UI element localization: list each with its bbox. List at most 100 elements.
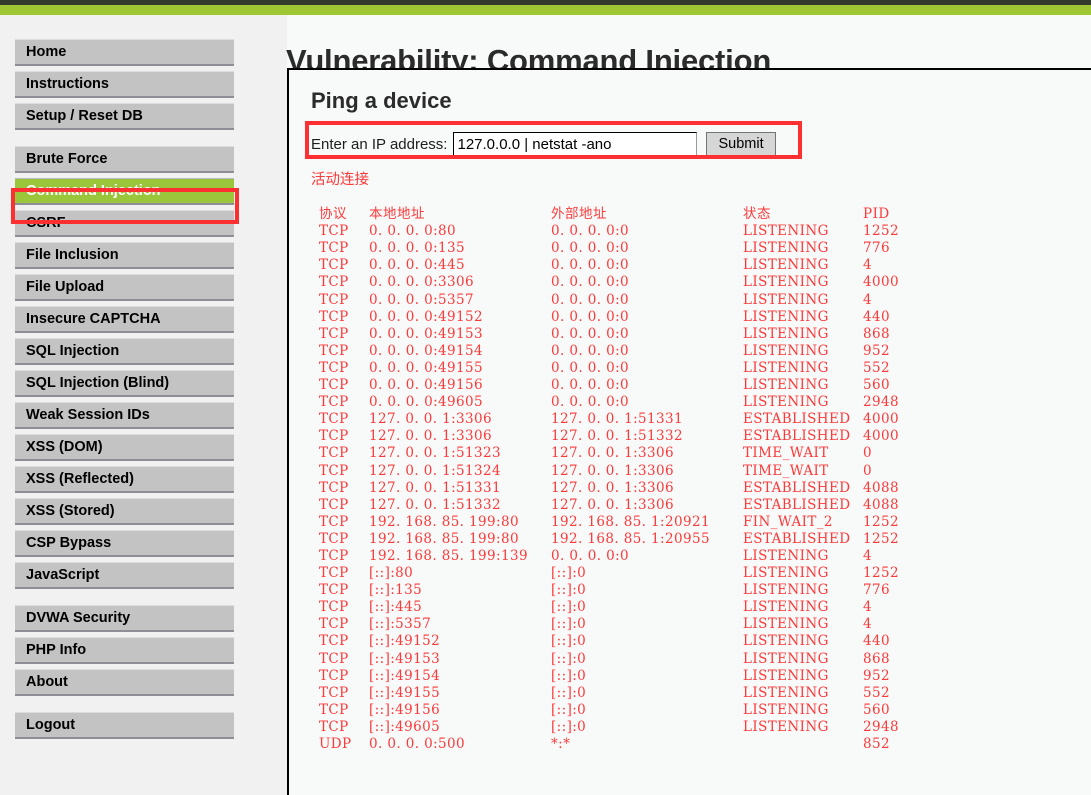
sidebar-item-instructions[interactable]: Instructions [15,71,234,98]
netstat-cell: 4000 [863,428,899,445]
netstat-cell: [::]:80 [369,565,414,582]
sidebar-item-sql-injection-blind[interactable]: SQL Injection (Blind) [15,370,234,397]
sidebar-item-dvwa-security[interactable]: DVWA Security [15,605,234,632]
nav-group: Brute Force Command Injection CSRF File Inc… [15,146,234,589]
netstat-cell: 1252 [863,565,899,582]
netstat-cell: 0. 0. 0. 0:445 [369,257,466,274]
netstat-row: TCP [::]:49605 [::]:0 LISTENING 2948 [311,719,921,736]
netstat-row: TCP 127. 0. 0. 1:3306 127. 0. 0. 1:51332 ES… [311,428,921,445]
sidebar-item-sql-injection[interactable]: SQL Injection [15,338,234,365]
sidebar-item-xss-dom[interactable]: XSS (DOM) [15,434,234,461]
netstat-cell: [::]:49156 [369,701,441,718]
netstat-cell: 0. 0. 0. 0:135 [369,240,466,257]
netstat-cell: TCP [319,530,349,547]
netstat-cell: 868 [863,650,890,667]
netstat-cell: TCP [319,325,349,342]
netstat-table: 协议 本地地址 外部地址 状态 PID TCP 0. 0. 0. 0:80 0. 0. 0. … [311,206,921,753]
netstat-cell: 0. 0. 0. 0:0 [551,274,630,291]
netstat-cell: [::]:0 [551,616,587,633]
netstat-cell: 0. 0. 0. 0:3306 [369,274,475,291]
netstat-cell: 868 [863,325,890,342]
netstat-cell: [::]:0 [551,565,587,582]
sidebar-item-xss-reflected[interactable]: XSS (Reflected) [15,466,234,493]
netstat-cell: TCP [319,496,349,513]
netstat-row: TCP 0. 0. 0. 0:135 0. 0. 0. 0:0 LISTENING 77… [311,240,921,257]
netstat-cell: TCP [319,599,349,616]
netstat-cell: TCP [319,633,349,650]
netstat-cell: [::]:0 [551,684,587,701]
sidebar-item-weak-session-ids[interactable]: Weak Session IDs [15,402,234,429]
sidebar-item-php-info[interactable]: PHP Info [15,637,234,664]
netstat-cell: [::]:0 [551,718,587,735]
netstat-cell: TCP [319,274,349,291]
sidebar-item-setup-reset-db[interactable]: Setup / Reset DB [15,103,234,130]
sidebar-item-about[interactable]: About [15,669,234,696]
netstat-cell: LISTENING [743,240,829,257]
netstat-cell: [::]:49605 [369,718,441,735]
submit-button[interactable]: Submit [706,132,776,156]
netstat-cell: [::]:49154 [369,667,441,684]
top-green-bar [0,5,1091,15]
ip-address-input[interactable] [453,132,698,156]
netstat-cell: 0. 0. 0. 0:0 [551,308,630,325]
netstat-cell: 0. 0. 0. 0:0 [551,223,630,240]
netstat-cell: 440 [863,633,890,650]
netstat-cell: 127. 0. 0. 1:51332 [551,428,683,445]
netstat-row: TCP 0. 0. 0. 0:3306 0. 0. 0. 0:0 LISTENING 4… [311,274,921,291]
netstat-cell: ESTABLISHED [743,428,851,445]
netstat-cell: 0. 0. 0. 0:0 [551,394,630,411]
netstat-cell: [::]:49153 [369,650,441,667]
netstat-cell: 127. 0. 0. 1:3306 [551,479,674,496]
netstat-cell: 127. 0. 0. 1:51324 [369,462,501,479]
netstat-row: TCP 0. 0. 0. 0:80 0. 0. 0. 0:0 LISTENING 125… [311,223,921,240]
netstat-cell: 127. 0. 0. 1:3306 [551,496,674,513]
netstat-row: TCP 0. 0. 0. 0:49155 0. 0. 0. 0:0 LISTENING… [311,360,921,377]
netstat-cell: 560 [863,701,890,718]
netstat-cell: [::]:0 [551,701,587,718]
sidebar-item-xss-stored[interactable]: XSS (Stored) [15,498,234,525]
netstat-cell: TCP [319,308,349,325]
netstat-cell: LISTENING [743,582,829,599]
sidebar-item-csrf[interactable]: CSRF [15,210,234,237]
sidebar-item-insecure-captcha[interactable]: Insecure CAPTCHA [15,306,234,333]
sidebar-item-csp-bypass[interactable]: CSP Bypass [15,530,234,557]
netstat-cell: 0. 0. 0. 0:5357 [369,291,475,308]
netstat-column-header: 协议 [319,206,347,223]
netstat-row: TCP 0. 0. 0. 0:49152 0. 0. 0. 0:0 LISTENING… [311,309,921,326]
netstat-cell: LISTENING [743,684,829,701]
nav-group: Logout [15,712,234,739]
netstat-cell: 0. 0. 0. 0:0 [551,547,630,564]
sidebar-item-logout[interactable]: Logout [15,712,234,739]
netstat-cell: LISTENING [743,377,829,394]
sidebar-item-file-inclusion[interactable]: File Inclusion [15,242,234,269]
netstat-row: TCP 127. 0. 0. 1:51332 127. 0. 0. 1:3306 ES… [311,497,921,514]
netstat-cell: 440 [863,308,890,325]
sidebar-item-brute-force[interactable]: Brute Force [15,146,234,173]
netstat-cell: LISTENING [743,291,829,308]
output-caption: 活动连接 [311,172,369,188]
netstat-cell: 0. 0. 0. 0:49153 [369,325,483,342]
netstat-cell: TCP [319,428,349,445]
netstat-cell: [::]:0 [551,650,587,667]
netstat-cell: TCP [319,411,349,428]
netstat-cell: LISTENING [743,599,829,616]
sidebar-item-home[interactable]: Home [15,39,234,66]
netstat-cell: *:* [551,736,571,752]
netstat-cell: 4000 [863,274,899,291]
netstat-cell: 0. 0. 0. 0:0 [551,240,630,257]
sidebar-item-command-injection[interactable]: Command Injection [15,178,234,205]
netstat-cell: LISTENING [743,359,829,376]
sidebar-item-file-upload[interactable]: File Upload [15,274,234,301]
netstat-row: TCP [::]:135 [::]:0 LISTENING 776 [311,582,921,599]
sidebar-item-javascript[interactable]: JavaScript [15,562,234,589]
netstat-cell: 0. 0. 0. 0:80 [369,223,457,240]
netstat-cell: TCP [319,565,349,582]
netstat-row: TCP 0. 0. 0. 0:49154 0. 0. 0. 0:0 LISTENING… [311,343,921,360]
netstat-cell: LISTENING [743,325,829,342]
netstat-cell: LISTENING [743,223,829,240]
netstat-cell: LISTENING [743,701,829,718]
netstat-cell: 1252 [863,513,899,530]
netstat-column-header: 外部地址 [551,206,607,223]
nav-group: Home Instructions Setup / Reset DB [15,39,234,130]
netstat-row: TCP 0. 0. 0. 0:49605 0. 0. 0. 0:0 LISTENING… [311,394,921,411]
